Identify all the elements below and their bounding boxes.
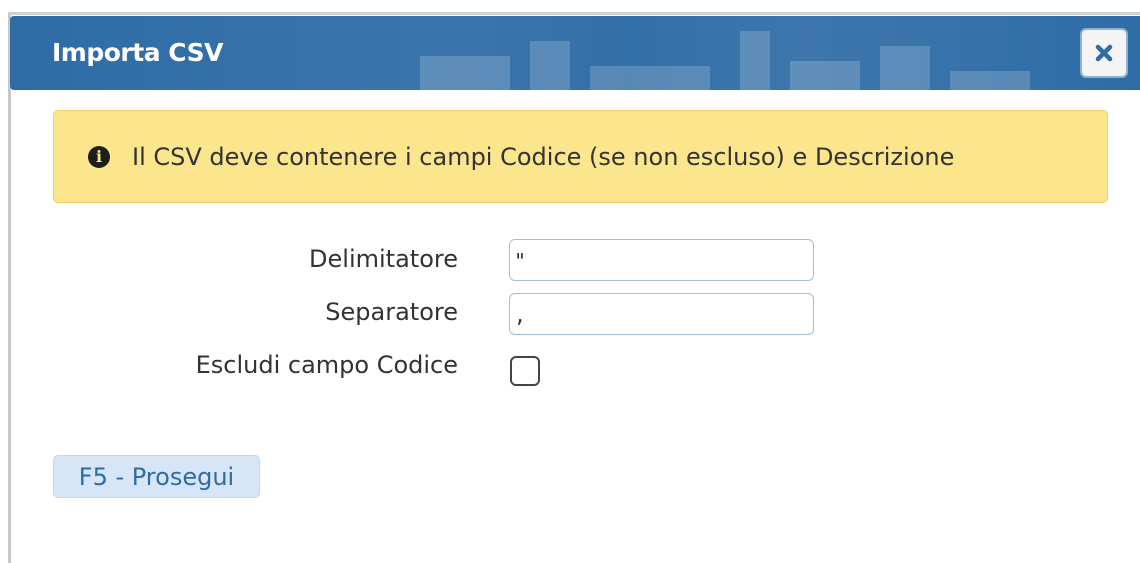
close-icon: [1095, 44, 1113, 62]
close-button[interactable]: [1080, 28, 1128, 78]
exclude-code-checkbox[interactable]: [510, 356, 540, 386]
separator-label: Separatore: [325, 298, 458, 326]
delimiter-input[interactable]: [509, 239, 814, 281]
delimiter-label: Delimitatore: [309, 245, 458, 273]
alert-message: Il CSV deve contenere i campi Codice (se…: [132, 142, 955, 171]
info-alert: i Il CSV deve contenere i campi Codice (…: [53, 110, 1108, 203]
dialog-titlebar[interactable]: Importa CSV: [10, 16, 1140, 90]
proceed-button[interactable]: F5 - Prosegui: [53, 455, 260, 498]
separator-input[interactable]: [509, 293, 814, 335]
info-icon: i: [88, 145, 110, 168]
titlebar-pattern: [420, 31, 1030, 90]
dialog-title: Importa CSV: [52, 38, 223, 67]
exclude-code-label: Escludi campo Codice: [195, 351, 458, 379]
